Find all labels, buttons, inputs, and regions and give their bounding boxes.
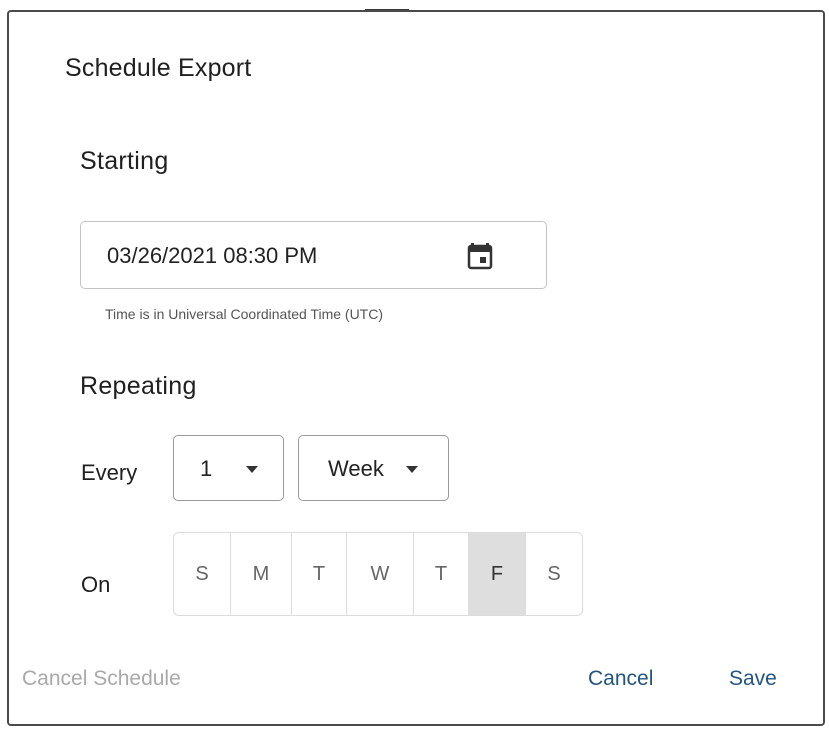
schedule-export-dialog: Schedule Export Starting 03/26/2021 08:3… (7, 10, 825, 726)
cancel-button[interactable]: Cancel (588, 667, 653, 691)
utc-helper-text: Time is in Universal Coordinated Time (U… (105, 306, 383, 322)
unit-value: Week (328, 456, 384, 481)
calendar-icon[interactable] (467, 242, 493, 270)
every-label: Every (81, 460, 138, 485)
cancel-schedule-button[interactable]: Cancel Schedule (22, 667, 181, 691)
day-toggle-sunday[interactable]: S (174, 533, 231, 615)
start-datetime-field[interactable]: 03/26/2021 08:30 PM (80, 221, 547, 289)
save-button[interactable]: Save (729, 667, 777, 691)
start-datetime-value: 03/26/2021 08:30 PM (107, 243, 318, 268)
on-label: On (81, 572, 111, 597)
dialog-title: Schedule Export (65, 54, 252, 82)
starting-heading: Starting (80, 147, 169, 175)
day-toggle-thursday[interactable]: T (414, 533, 469, 615)
chevron-down-icon (406, 466, 418, 473)
day-toggle-monday[interactable]: M (231, 533, 292, 615)
interval-select[interactable]: 1 (173, 435, 284, 501)
day-of-week-toggle-group: S M T W T F S (173, 532, 583, 616)
day-toggle-friday[interactable]: F (469, 533, 526, 615)
interval-value: 1 (200, 456, 213, 481)
chevron-down-icon (246, 466, 258, 473)
unit-select[interactable]: Week (298, 435, 449, 501)
day-toggle-tuesday[interactable]: T (292, 533, 347, 615)
day-toggle-wednesday[interactable]: W (347, 533, 414, 615)
day-toggle-saturday[interactable]: S (526, 533, 582, 615)
repeating-heading: Repeating (80, 372, 197, 400)
